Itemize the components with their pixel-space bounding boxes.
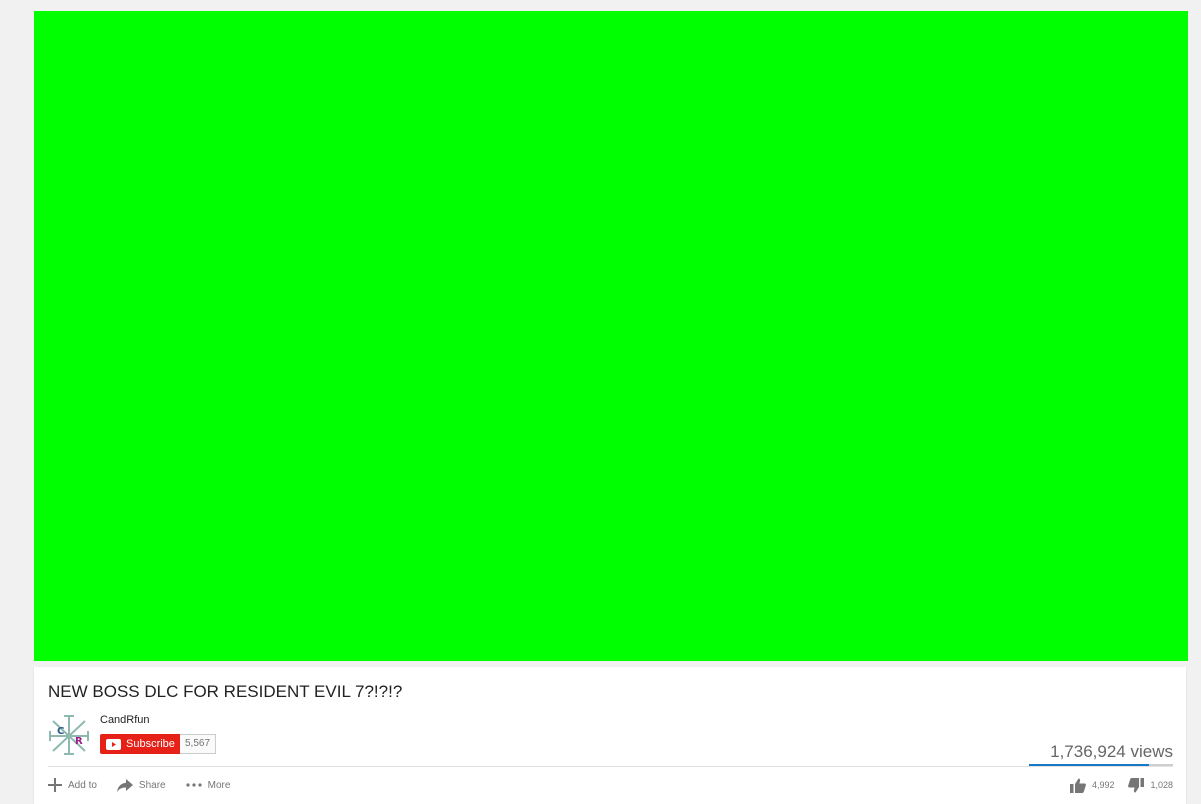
subscribe-button[interactable]: Subscribe <box>100 734 181 754</box>
video-info-card: NEW BOSS DLC FOR RESIDENT EVIL 7?!?!? C … <box>34 667 1186 804</box>
plus-icon <box>48 778 62 792</box>
youtube-play-icon <box>106 738 121 750</box>
add-to-label: Add to <box>68 779 97 791</box>
watch-page: NEW BOSS DLC FOR RESIDENT EVIL 7?!?!? C … <box>0 0 1201 804</box>
svg-text:C: C <box>57 726 64 737</box>
divider <box>48 766 1173 767</box>
subscriber-count: 5,567 <box>180 734 217 754</box>
thumbs-down-icon <box>1128 777 1145 792</box>
share-arrow-icon <box>116 778 133 792</box>
action-bar: Add to Share More <box>48 775 250 795</box>
like-button[interactable]: 4,992 <box>1069 778 1115 793</box>
channel-logo-icon: C R <box>47 713 91 757</box>
video-player[interactable] <box>34 11 1188 661</box>
channel-name-link[interactable]: CandRfun <box>100 714 150 726</box>
rating-controls: 4,992 1,028 <box>1056 775 1173 795</box>
add-to-button[interactable]: Add to <box>48 778 97 792</box>
view-count: 1,736,924 views <box>1050 742 1173 761</box>
video-title: NEW BOSS DLC FOR RESIDENT EVIL 7?!?!? <box>48 682 403 701</box>
share-button[interactable]: Share <box>116 778 166 792</box>
more-label: More <box>207 779 231 791</box>
svg-text:R: R <box>75 736 83 747</box>
like-count: 4,992 <box>1091 780 1115 790</box>
subscribe-label: Subscribe <box>126 738 175 750</box>
dislike-count: 1,028 <box>1150 780 1173 790</box>
top-strip <box>0 0 1201 10</box>
more-button[interactable]: More <box>186 779 231 791</box>
share-label: Share <box>138 779 166 791</box>
more-dots-icon <box>186 783 202 787</box>
thumbs-up-icon <box>1069 778 1086 793</box>
channel-avatar[interactable]: C R <box>47 713 91 757</box>
dislike-button[interactable]: 1,028 <box>1128 777 1173 793</box>
